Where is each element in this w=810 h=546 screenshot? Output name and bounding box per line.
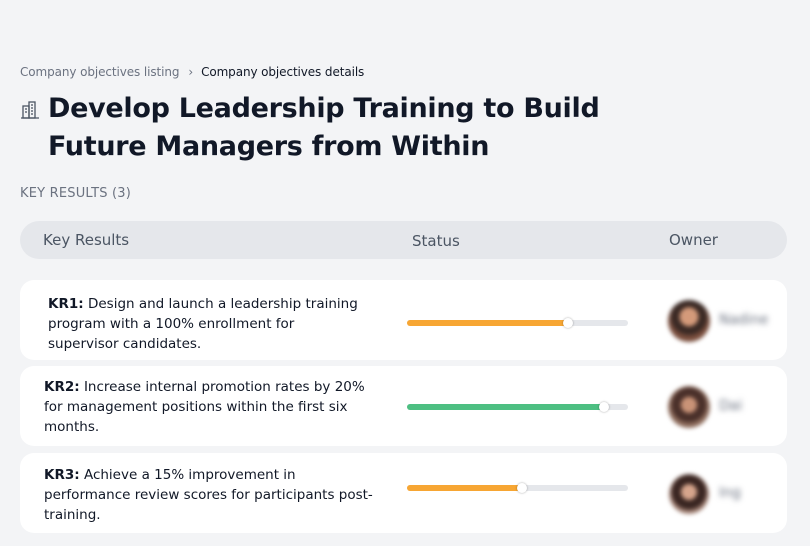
page-title: Develop Leadership Training to Build Fut… — [48, 93, 600, 162]
column-header-owner: Owner — [669, 231, 718, 249]
progress-bar — [407, 402, 628, 412]
breadcrumb: Company objectives listing › Company obj… — [20, 65, 364, 79]
key-result-code: KR2: — [44, 379, 80, 395]
avatar[interactable] — [668, 300, 710, 342]
progress-fill — [407, 320, 569, 326]
key-result-row[interactable]: KR3: Achieve a 15% improvement in perfor… — [20, 453, 787, 533]
key-result-description: Design and launch a leadership training … — [48, 296, 358, 352]
key-result-text: KR3: Achieve a 15% improvement in perfor… — [44, 465, 374, 525]
chevron-right-icon: › — [188, 65, 194, 79]
table-header: Key Results Status Owner — [20, 221, 787, 259]
owner-name: Ing — [719, 485, 741, 501]
breadcrumb-current: Company objectives details — [201, 65, 365, 79]
key-result-row[interactable]: KR1: Design and launch a leadership trai… — [20, 280, 787, 360]
progress-fill — [407, 485, 522, 491]
owner-name: Dai — [719, 398, 743, 414]
progress-fill — [407, 404, 604, 410]
building-icon — [21, 101, 39, 119]
column-header-status: Status — [412, 232, 460, 250]
owner-name: Nadine — [719, 312, 769, 328]
progress-knob — [516, 483, 527, 493]
key-result-code: KR1: — [48, 296, 84, 312]
key-result-text: KR1: Design and launch a leadership trai… — [48, 294, 368, 354]
breadcrumb-parent-link[interactable]: Company objectives listing — [20, 65, 179, 79]
progress-knob — [563, 318, 574, 328]
avatar[interactable] — [668, 386, 710, 428]
key-result-description: Achieve a 15% improvement in performance… — [44, 467, 373, 523]
key-result-code: KR3: — [44, 467, 80, 483]
avatar[interactable] — [669, 474, 709, 514]
title-row: Develop Leadership Training to Build Fut… — [20, 90, 668, 166]
column-header-key-results: Key Results — [43, 231, 130, 249]
key-result-description: Increase internal promotion rates by 20%… — [44, 379, 365, 435]
section-label-key-results: KEY RESULTS (3) — [20, 186, 132, 201]
key-result-row[interactable]: KR2: Increase internal promotion rates b… — [20, 366, 787, 446]
key-result-text: KR2: Increase internal promotion rates b… — [44, 377, 374, 437]
progress-bar — [407, 483, 628, 493]
progress-bar — [407, 318, 628, 328]
progress-knob — [598, 402, 609, 412]
